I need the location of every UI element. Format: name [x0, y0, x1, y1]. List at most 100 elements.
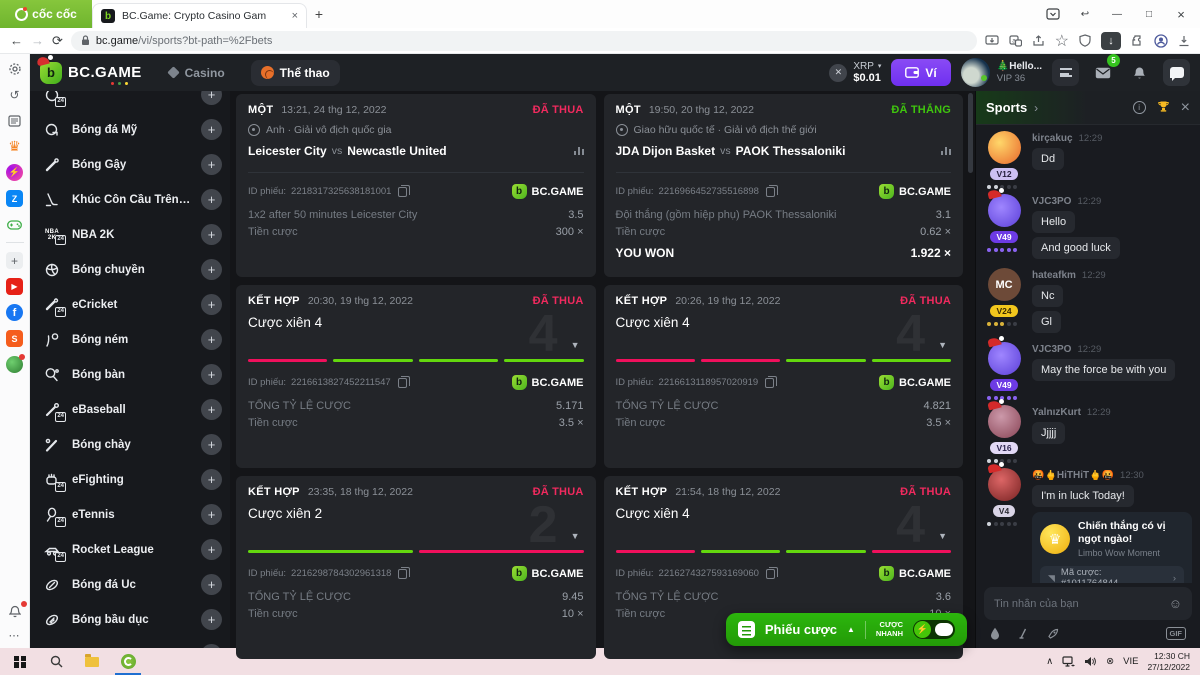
emoji-smiley-icon[interactable]: ☺ — [1169, 596, 1182, 611]
expand-plus-button[interactable]: + — [201, 539, 222, 560]
games-gamepad-icon[interactable] — [6, 216, 23, 233]
shared-win-card[interactable]: ♛ Chiến thắng có vị ngọt ngào! Limbo Wow… — [1032, 512, 1192, 583]
copy-icon[interactable] — [766, 569, 775, 579]
expand-plus-button[interactable]: + — [201, 469, 222, 490]
notifications-bell-icon[interactable] — [6, 603, 23, 620]
chevron-right-icon[interactable]: › — [1034, 101, 1038, 115]
sidebar-item-ecricket[interactable]: 24 eCricket + — [42, 287, 222, 322]
taskbar-coccoc-icon[interactable] — [110, 648, 146, 675]
avatar[interactable]: MC — [988, 268, 1021, 301]
messenger-icon[interactable]: ⚡ — [6, 164, 23, 181]
chat-username[interactable]: YalnızKurt — [1032, 407, 1081, 418]
copy-icon[interactable] — [765, 378, 774, 388]
maximize-button[interactable]: □ — [1134, 1, 1164, 27]
taskbar-search-icon[interactable] — [38, 648, 74, 675]
bookmark-star-icon[interactable]: ☆ — [1055, 31, 1069, 51]
expand-caret-icon[interactable]: ▼ — [571, 340, 580, 350]
sidebar-item-partial[interactable]: 24 + — [42, 91, 222, 112]
combo-summary[interactable]: Cược xiên 4 4 ▼ — [248, 312, 584, 364]
stats-bars-icon[interactable] — [941, 147, 951, 155]
inbox-button[interactable]: 5 — [1089, 59, 1116, 86]
user-chip[interactable]: 🎄Hello... VIP 36 — [961, 58, 1042, 87]
chat-close-icon[interactable]: × — [1181, 99, 1190, 117]
minimize-button[interactable]: — — [1102, 1, 1132, 27]
new-tab-button[interactable]: + — [307, 0, 331, 28]
expand-plus-button[interactable]: + — [201, 329, 222, 350]
combo-summary[interactable]: Cược xiên 4 4 ▼ — [616, 312, 952, 364]
gif-button[interactable]: GIF — [1166, 627, 1187, 640]
chat-username[interactable]: 🤬🖕HiTHiT🖕🤬 — [1032, 470, 1114, 481]
chat-username[interactable]: hateafkm — [1032, 270, 1076, 281]
hidden-icons-chevron[interactable]: ∧ — [1046, 656, 1053, 667]
chat-username[interactable]: VJC3PO — [1032, 344, 1071, 355]
expand-caret-icon[interactable]: ▼ — [571, 531, 580, 541]
url-bar[interactable]: bc.game/vi/sports?bt-path=%2Fbets — [71, 31, 977, 51]
sidebar-item-rocket-league[interactable]: 24 Rocket League + — [42, 532, 222, 567]
sidebar-item-aussie-rules[interactable]: Bóng đá Úc + — [42, 567, 222, 602]
adblock-shield-icon[interactable] — [1079, 34, 1091, 47]
zalo-icon[interactable]: Z — [6, 190, 23, 207]
avatar[interactable] — [988, 131, 1021, 164]
sidebar-item-volleyball[interactable]: Bóng chuyền + — [42, 252, 222, 287]
sidebar-item-efighting[interactable]: 24 eFighting + — [42, 462, 222, 497]
chat-toggle-button[interactable] — [1163, 59, 1190, 86]
avatar[interactable] — [988, 342, 1021, 375]
start-button[interactable] — [2, 648, 38, 675]
slash-command-icon[interactable] — [1018, 628, 1029, 639]
betslip-button[interactable]: Phiếu cược ▲ CƯỢC NHANH — [726, 613, 967, 646]
chat-room-title[interactable]: Sports — [986, 100, 1027, 115]
rewards-crown-icon[interactable]: ♛ — [6, 138, 23, 155]
copy-icon[interactable] — [766, 187, 775, 197]
wallet-button[interactable]: Ví — [891, 59, 950, 86]
expand-plus-button[interactable]: + — [201, 189, 222, 210]
avatar[interactable] — [988, 468, 1021, 501]
sidebar-item-handball[interactable]: Bóng ném + — [42, 322, 222, 357]
blocked-circle-icon[interactable]: ⊗ — [1106, 656, 1114, 667]
downloads-tray-icon[interactable] — [1178, 35, 1190, 47]
stats-bars-icon[interactable] — [574, 147, 584, 155]
translate-icon[interactable]: a — [1009, 35, 1022, 47]
currency-selector[interactable]: ✕ XRP ▾ $0.01 — [829, 61, 881, 84]
close-tab-icon[interactable]: × — [292, 10, 298, 22]
expand-plus-button[interactable]: + — [201, 259, 222, 280]
browser-tab[interactable]: b BC.Game: Crypto Casino Gam × — [92, 3, 307, 28]
add-shortcut-icon[interactable]: + — [6, 252, 23, 269]
match-name[interactable]: Leicester City vs Newcastle United — [248, 144, 584, 158]
expand-caret-icon[interactable]: ▼ — [938, 531, 947, 541]
rain-drop-icon[interactable] — [990, 627, 1000, 640]
back-button[interactable]: ← — [10, 33, 23, 48]
rocket-icon[interactable] — [1047, 628, 1059, 640]
copy-icon[interactable] — [398, 569, 407, 579]
match-name[interactable]: JDA Dijon Basket vs PAOK Thessaloniki — [616, 144, 952, 158]
download-manager-button[interactable]: ↓ — [1101, 32, 1121, 50]
file-explorer-icon[interactable] — [74, 648, 110, 675]
expand-plus-button[interactable]: + — [201, 294, 222, 315]
expand-caret-icon[interactable]: ▼ — [938, 340, 947, 350]
expand-plus-button[interactable]: + — [201, 399, 222, 420]
network-icon[interactable] — [1062, 656, 1075, 667]
scrollbar[interactable] — [968, 93, 973, 650]
history-icon[interactable]: ↺ — [6, 86, 23, 103]
sidebar-item-cricket[interactable]: Bóng Gậy + — [42, 147, 222, 182]
chat-username[interactable]: VJC3PO — [1032, 196, 1071, 207]
sidebar-item-american-football[interactable]: Bóng đá Mỹ + — [42, 112, 222, 147]
nav-sports[interactable]: Thể thao — [251, 60, 340, 86]
forward-button[interactable]: → — [31, 33, 44, 48]
coccoc-menu-button[interactable]: cốc cốc — [0, 0, 92, 28]
extensions-puzzle-icon[interactable] — [1131, 34, 1144, 47]
close-window-button[interactable]: × — [1166, 1, 1196, 27]
nav-casino[interactable]: Casino — [158, 60, 235, 86]
football-site-icon[interactable] — [6, 356, 23, 373]
sidebar-item-table-tennis[interactable]: Bóng bàn + — [42, 357, 222, 392]
avatar[interactable] — [988, 405, 1021, 438]
combo-summary[interactable]: Cược xiên 2 2 ▼ — [248, 503, 584, 555]
expand-plus-button[interactable]: + — [201, 119, 222, 140]
expand-plus-button[interactable]: + — [201, 91, 222, 105]
sidebar-item-nba2k[interactable]: NBA2K24 NBA 2K + — [42, 217, 222, 252]
bcgame-logo[interactable]: b BC.GAME — [40, 62, 142, 84]
sidebar-item-rugby[interactable]: Bóng bầu dục + — [42, 602, 222, 637]
combo-summary[interactable]: Cược xiên 4 4 ▼ — [616, 503, 952, 555]
settings-gear-icon[interactable] — [6, 60, 23, 77]
reload-button[interactable]: ⟳ — [52, 33, 63, 49]
chat-username[interactable]: kirçakuç — [1032, 133, 1073, 144]
